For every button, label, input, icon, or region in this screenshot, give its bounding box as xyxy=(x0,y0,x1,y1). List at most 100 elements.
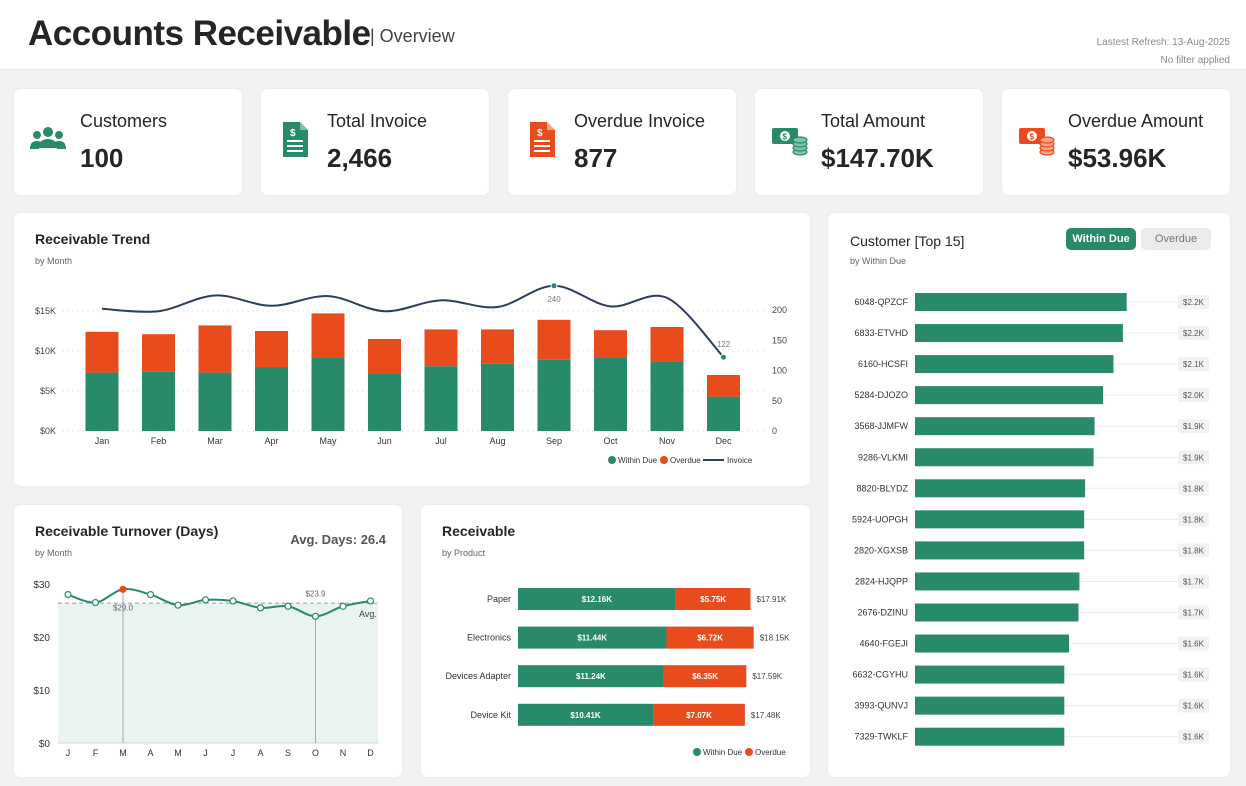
customer-bar xyxy=(915,541,1085,560)
customer-bar xyxy=(915,479,1086,498)
turnover-chart: $0 $10 $20 $30 J F M A M J J A S O N D $29.0 $23.9 Avg. xyxy=(33,580,378,758)
customer-card: Customer [Top 15] by Within Due Within D… xyxy=(828,213,1230,777)
svg-text:$: $ xyxy=(783,133,788,142)
customer-value-label: $1.6K xyxy=(1183,640,1205,649)
customer-value-label: $1.7K xyxy=(1183,609,1205,618)
y-tick-label: $0 xyxy=(39,739,51,750)
bar-overdue xyxy=(85,331,119,373)
customer-value-label: $1.6K xyxy=(1183,733,1205,742)
x-tick-label: Mar xyxy=(207,436,223,446)
legend-overdue-marker xyxy=(660,456,668,464)
customer-bar xyxy=(915,727,1065,746)
x-tick-label: J xyxy=(66,748,71,758)
x-tick-label: Sep xyxy=(546,436,562,446)
turnover-point xyxy=(201,596,210,604)
customer-value-label: $1.7K xyxy=(1183,577,1205,586)
x-tick-label: A xyxy=(147,748,153,758)
bar-within-due xyxy=(368,373,401,431)
invoice-point-label: 240 xyxy=(547,295,561,304)
customer-value-label: $1.6K xyxy=(1183,671,1205,680)
invoice-point-label: 122 xyxy=(717,340,731,349)
y2-tick-label: 50 xyxy=(772,396,782,406)
bar-overdue xyxy=(650,327,684,362)
legend-within-due-marker xyxy=(608,456,616,464)
total-value-label: $18.15K xyxy=(760,634,790,643)
y2-tick-label: 100 xyxy=(772,366,787,376)
x-tick-label: Jun xyxy=(377,436,392,446)
x-tick-label: Jul xyxy=(435,436,447,446)
overdue-value-label: $5.75K xyxy=(700,595,726,604)
y-tick-label: $10K xyxy=(35,346,56,356)
customer-bar xyxy=(915,696,1065,715)
customer-bar xyxy=(915,293,1127,311)
kpi-label: Customers xyxy=(80,111,168,131)
total-value-label: $17.48K xyxy=(751,711,781,720)
total-value-label: $17.59K xyxy=(752,672,782,681)
bar-overdue xyxy=(594,330,627,358)
users-icon xyxy=(30,127,66,149)
bar-within-due xyxy=(481,363,514,431)
turnover-point xyxy=(146,590,155,599)
x-tick-label: Oct xyxy=(603,436,618,446)
min-value-label: $23.9 xyxy=(305,589,326,598)
x-tick-label: Apr xyxy=(264,436,278,446)
bar-within-due xyxy=(85,372,119,431)
customer-bar xyxy=(915,417,1095,436)
customer-bar xyxy=(915,634,1070,653)
x-tick-label: D xyxy=(367,748,374,758)
customer-label: 3568-JJMFW xyxy=(854,421,908,431)
y2-tick-label: 0 xyxy=(772,426,777,436)
product-label: Electronics xyxy=(467,633,512,643)
total-value-label: $17.91K xyxy=(756,595,786,604)
x-tick-label: J xyxy=(231,748,236,758)
product-label: Devices Adapter xyxy=(445,671,511,681)
bar-overdue xyxy=(142,334,175,372)
legend-overdue-marker xyxy=(745,748,753,756)
customer-value-label: $2.2K xyxy=(1183,329,1205,338)
customer-label: 4640-FGEJI xyxy=(859,639,908,649)
legend-within-due-label: Within Due xyxy=(703,748,743,757)
x-tick-label: May xyxy=(319,436,337,446)
x-tick-label: O xyxy=(312,748,319,758)
customer-value-label: $1.9K xyxy=(1183,422,1205,431)
turnover-point xyxy=(284,602,292,610)
customer-bar xyxy=(915,510,1085,529)
turnover-point xyxy=(91,598,100,607)
overdue-value-label: $6.35K xyxy=(692,672,718,681)
bar-overdue xyxy=(707,375,740,397)
y-tick-label: $20 xyxy=(33,633,50,644)
kpi-label: Total Invoice xyxy=(327,111,428,131)
bar-within-due xyxy=(142,371,175,431)
customer-value-label: $2.1K xyxy=(1183,360,1205,369)
x-tick-label: Aug xyxy=(489,436,505,446)
max-value-label: $29.0 xyxy=(113,603,134,612)
customer-bar xyxy=(915,603,1079,622)
kpi-card-overdue-amount: $ Overdue Amount $53.96K xyxy=(1002,89,1230,195)
customer-chart: 6048-QPZCF $2.2K 6833-ETVHD $2.2K 6160-HCSFI… xyxy=(852,293,1209,746)
customer-value-label: $1.6K xyxy=(1183,702,1205,711)
svg-text:$: $ xyxy=(290,128,296,139)
customer-bar xyxy=(915,572,1080,591)
kpi-card-total-amount: $ Total Amount $147.70K xyxy=(755,89,983,195)
customer-label: 2676-DZINU xyxy=(857,608,908,618)
x-tick-label: M xyxy=(119,748,127,758)
invoice-icon: $ xyxy=(283,122,308,157)
customer-value-label: $2.0K xyxy=(1183,391,1205,400)
bar-within-due xyxy=(255,367,288,431)
bar-overdue xyxy=(198,325,232,373)
bar-overdue xyxy=(537,319,571,360)
money-icon: $ xyxy=(772,128,808,156)
customer-label: 5924-UOPGH xyxy=(852,514,908,524)
customer-label: 7329-TWKLF xyxy=(854,732,908,742)
filter-status-text: No filter applied xyxy=(1160,55,1230,66)
turnover-point xyxy=(174,601,182,609)
bar-within-due xyxy=(198,372,232,431)
product-chart: Paper $12.16K $5.75K $17.91K Electronics $11.… xyxy=(445,588,790,757)
x-tick-label: Feb xyxy=(151,436,167,446)
x-tick-label: Dec xyxy=(715,436,732,446)
kpi-label: Overdue Invoice xyxy=(574,111,706,131)
legend-within-due-label: Within Due xyxy=(618,456,658,465)
customer-bar xyxy=(915,665,1065,684)
kpi-card-total-invoice: $ Total Invoice 2,466 xyxy=(261,89,489,195)
customer-value-label: $1.8K xyxy=(1183,546,1205,555)
